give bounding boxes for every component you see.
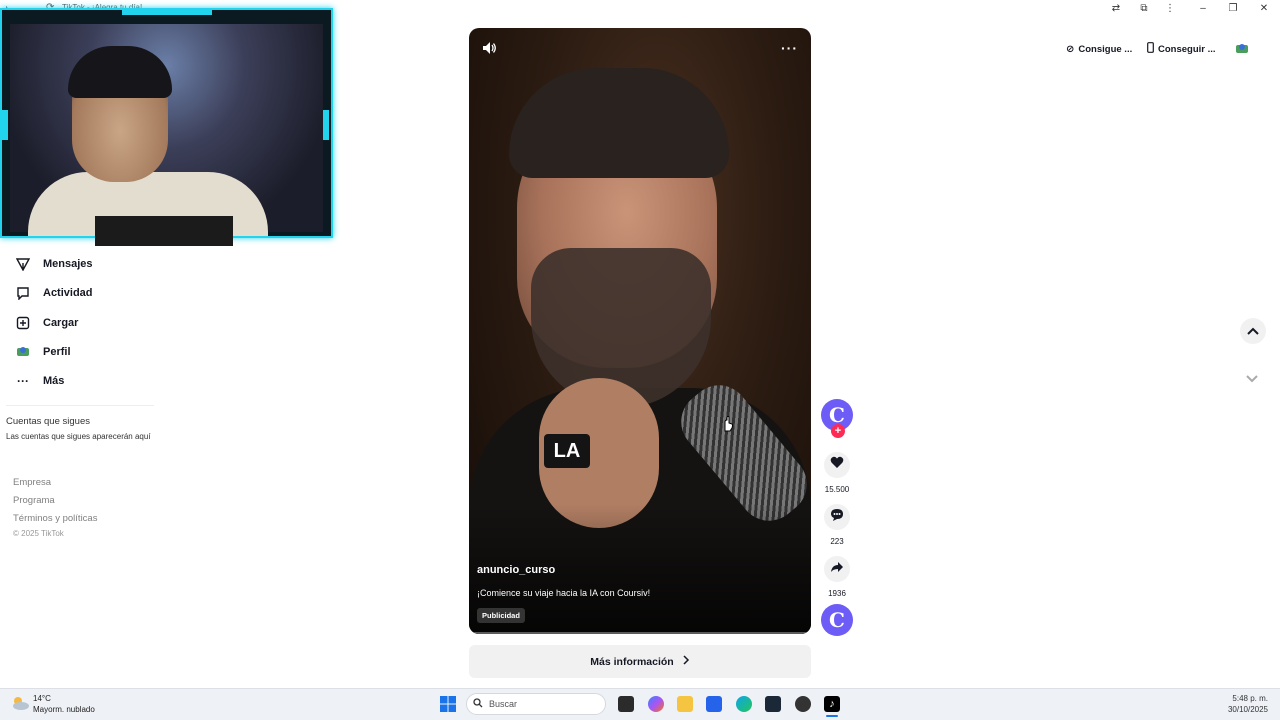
copilot-icon[interactable] [648, 696, 664, 712]
steam-icon[interactable] [765, 696, 781, 712]
like-button[interactable] [824, 452, 850, 478]
windows-start-icon[interactable] [440, 696, 456, 717]
footer-link-terms[interactable]: Términos y políticas [13, 513, 97, 524]
close-button[interactable]: ✕ [1256, 2, 1272, 16]
video-progress-bar[interactable] [469, 632, 811, 634]
heart-icon [830, 456, 844, 474]
upload-icon [15, 315, 31, 331]
webcam-feed [10, 24, 323, 236]
chevron-down-icon [1246, 370, 1258, 387]
search-placeholder: Buscar [489, 699, 518, 709]
sidebar-item-label: Mensajes [43, 258, 93, 270]
share-count: 1936 [828, 589, 846, 598]
video-caption: ¡Comience su viaje hacia la IA con Cours… [477, 588, 651, 598]
taskbar-clock-date[interactable]: 30/10/2025 [1222, 705, 1268, 714]
webcam-frame-accent [2, 110, 8, 140]
video-overlay-text: LA [544, 434, 590, 468]
following-accounts-title: Cuentas que sigues [6, 416, 90, 427]
send-icon [15, 256, 31, 272]
sidebar-item-label: Cargar [43, 317, 79, 329]
windows-taskbar [0, 688, 1280, 720]
share-button[interactable] [824, 556, 850, 582]
avatar-icon [15, 344, 31, 360]
task-view-icon[interactable] [618, 696, 634, 712]
webcam-caption-bar [95, 216, 233, 246]
following-accounts-subtitle: Las cuentas que sigues aparecerán aquí [6, 432, 151, 441]
inbox-icon [15, 285, 31, 301]
mouse-cursor-icon [722, 416, 734, 437]
get-app-label: Conseguir ... [1158, 43, 1216, 55]
weather-cloud-icon[interactable] [10, 695, 30, 716]
more-info-label: Más información [590, 655, 674, 668]
footer-link-company[interactable]: Empresa [13, 477, 51, 488]
sidebar-item-profile[interactable]: Perfil [15, 341, 71, 363]
sidebar-item-messages[interactable]: Mensajes [15, 253, 93, 275]
more-info-button[interactable]: Más información [469, 645, 811, 678]
comment-icon [830, 508, 844, 527]
get-coins-label: Consigue ... [1078, 43, 1133, 55]
sound-avatar[interactable]: C [821, 604, 853, 636]
sidebar-item-label: Perfil [43, 346, 71, 358]
chevron-right-icon [682, 655, 690, 668]
more-dots-icon: ··· [17, 374, 29, 388]
tiktok-taskbar-icon[interactable]: ♪ [824, 696, 840, 712]
like-count: 15.500 [824, 485, 850, 494]
active-app-indicator [826, 715, 838, 717]
taskbar-search-input[interactable]: Buscar [466, 693, 606, 715]
comment-count: 223 [830, 537, 844, 546]
video-author[interactable]: anuncio_curso [477, 564, 555, 576]
video-person-hair [509, 68, 729, 178]
minimize-button[interactable]: – [1195, 2, 1211, 16]
next-video-button[interactable] [1246, 370, 1258, 388]
webcam-overlay [0, 8, 333, 238]
coin-icon: ⊘ [1066, 43, 1075, 55]
video-player[interactable]: LA ··· anuncio_curso ¡Comience su viaje … [469, 28, 811, 634]
sidebar-item-upload[interactable]: Cargar [15, 312, 78, 334]
edge-browser-icon[interactable] [736, 696, 752, 712]
copyright: © 2025 TikTok [13, 529, 64, 538]
store-icon[interactable] [706, 696, 722, 712]
sidebar-item-label: Actividad [43, 287, 93, 299]
comment-button[interactable] [824, 504, 850, 530]
ad-badge: Publicidad [477, 608, 525, 623]
follow-plus-icon[interactable]: + [831, 424, 845, 438]
more-options-icon[interactable]: ··· [781, 40, 798, 56]
sidebar-item-label: Más [43, 375, 65, 387]
taskbar-clock-time[interactable]: 5:48 p. m. [1222, 694, 1268, 703]
recording-app-icon[interactable] [795, 696, 811, 712]
volume-icon[interactable] [481, 40, 497, 61]
sidebar-divider [6, 405, 154, 406]
weather-description: Mayorm. nublado [33, 705, 95, 714]
share-icon [830, 560, 844, 578]
sidebar-item-activity[interactable]: Actividad [15, 282, 93, 304]
webcam-frame-accent [122, 10, 212, 15]
weather-temperature: 14°C [33, 694, 51, 703]
browser-menu-icon[interactable]: ⋮ [1162, 2, 1178, 16]
get-coins-button[interactable]: ⊘ Consigue ... [1066, 40, 1132, 58]
chevron-up-icon [1247, 322, 1259, 340]
extensions-icon[interactable]: ⧉ [1136, 2, 1152, 16]
phone-icon [1147, 42, 1154, 56]
sidebar-item-more[interactable]: ··· Más [15, 370, 64, 392]
webcam-hair [68, 46, 172, 98]
previous-video-button[interactable] [1240, 318, 1266, 344]
search-icon [473, 698, 483, 710]
profile-avatar-icon[interactable] [1235, 42, 1249, 61]
get-app-button[interactable]: Conseguir ... [1147, 40, 1216, 58]
webcam-frame-accent [323, 110, 329, 140]
restore-button[interactable]: ❐ [1225, 2, 1241, 16]
translate-icon[interactable]: ⇄ [1108, 2, 1124, 16]
file-explorer-icon[interactable] [677, 696, 693, 712]
footer-link-program[interactable]: Programa [13, 495, 55, 506]
